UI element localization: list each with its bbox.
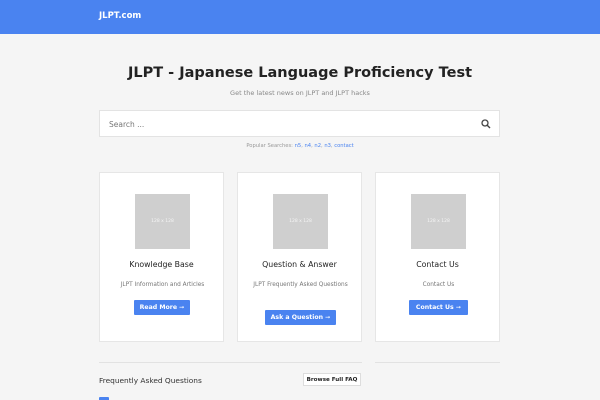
card-title: Contact Us xyxy=(416,260,459,269)
top-navbar: JLPT.com xyxy=(0,0,600,34)
search-icon[interactable] xyxy=(481,119,491,129)
card-image-placeholder: 128 x 128 xyxy=(273,194,328,249)
popular-searches: Popular Searches: n5, n4, n2, n3, contac… xyxy=(246,143,354,149)
site-brand-link[interactable]: JLPT.com xyxy=(99,11,141,21)
card-title: Knowledge Base xyxy=(129,260,194,269)
page-title: JLPT - Japanese Language Proficiency Tes… xyxy=(127,65,473,81)
card-question-answer: 128 x 128 Question & Answer JLPT Frequen… xyxy=(237,172,362,342)
faq-divider xyxy=(99,362,362,363)
faq-heading: Frequently Asked Questions xyxy=(99,376,202,385)
popular-search-link-n2[interactable]: n2 xyxy=(314,143,321,149)
card-knowledge-base: 128 x 128 Knowledge Base JLPT Informatio… xyxy=(99,172,224,342)
card-description: JLPT Frequently Asked Questions xyxy=(253,282,348,288)
popular-search-link-n5[interactable]: n5 xyxy=(295,143,302,149)
card-image-placeholder: 128 x 128 xyxy=(411,194,466,249)
page-subtitle: Get the latest news on JLPT and JLPT hac… xyxy=(230,89,370,97)
card-contact-us: 128 x 128 Contact Us Contact Us Contact … xyxy=(375,172,500,342)
card-image-placeholder: 128 x 128 xyxy=(135,194,190,249)
popular-search-link-contact[interactable]: contact xyxy=(334,143,353,149)
contact-us-button[interactable]: Contact Us ➞ xyxy=(409,300,468,315)
card-description: Contact Us xyxy=(422,282,455,288)
card-title: Question & Answer xyxy=(262,260,337,269)
popular-search-link-n3[interactable]: n3 xyxy=(324,143,331,149)
card-description: JLPT Information and Articles xyxy=(120,282,205,288)
popular-searches-label: Popular Searches: xyxy=(246,143,293,149)
search-box xyxy=(99,110,500,137)
popular-search-link-n4[interactable]: n4 xyxy=(305,143,312,149)
sidebar-divider xyxy=(375,362,500,363)
browse-full-faq-button[interactable]: Browse Full FAQ xyxy=(303,373,361,386)
read-more-button[interactable]: Read More ➞ xyxy=(134,300,190,315)
search-input[interactable] xyxy=(109,118,469,130)
ask-question-button[interactable]: Ask a Question ➞ xyxy=(265,310,336,325)
